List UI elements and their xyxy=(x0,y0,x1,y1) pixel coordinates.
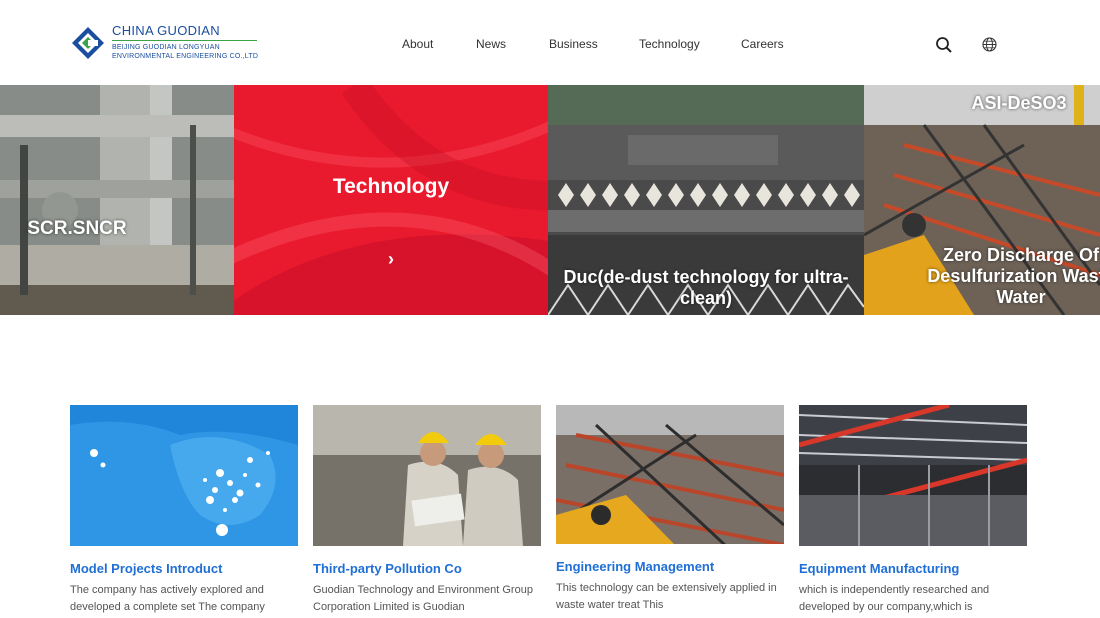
card-third-party-pollution[interactable]: Third-party Pollution Co Guodian Technol… xyxy=(313,405,541,616)
logo-title: CHINA GUODIAN xyxy=(112,23,220,38)
search-icon[interactable] xyxy=(935,36,953,59)
nav-about[interactable]: About xyxy=(402,37,433,51)
card-equipment-manufacturing[interactable]: Equipment Manufacturing which is indepen… xyxy=(799,405,1027,616)
banner-panel-zero-discharge[interactable]: ASI-DeSO3 Zero Discharge Of Desulfurizat… xyxy=(864,85,1100,315)
banner-panel-technology[interactable]: Technology › xyxy=(234,85,548,315)
banner-title-zero-discharge: Zero Discharge Of Desulfurization Waste … xyxy=(927,245,1100,307)
site-header: CHINA GUODIAN BEIJING GUODIAN LONGYUAN E… xyxy=(0,0,1100,85)
hero-banner: SCR.SNCR Technology › Duc(de-dust techno… xyxy=(0,85,1100,315)
banner-title-scr: SCR.SNCR xyxy=(27,218,127,239)
banner-panel-scr[interactable]: SCR.SNCR xyxy=(0,85,234,315)
card-title[interactable]: Third-party Pollution Co xyxy=(313,561,541,576)
card-description: Guodian Technology and Environment Group… xyxy=(313,584,533,613)
nav-careers[interactable]: Careers xyxy=(741,37,784,51)
factory-roof-image xyxy=(799,405,1027,546)
card-description: which is independently researched and de… xyxy=(799,584,990,613)
logo[interactable]: CHINA GUODIAN BEIJING GUODIAN LONGYUAN E… xyxy=(70,24,258,61)
nav-news[interactable]: News xyxy=(476,37,506,51)
card-description: The company has actively explored and de… xyxy=(70,584,265,613)
pipes-image xyxy=(0,85,234,315)
banner-panel-duc[interactable]: Duc(de-dust technology for ultra-clean) xyxy=(548,85,864,315)
banner-title-duc: Duc(de-dust technology for ultra-clean) xyxy=(563,267,849,308)
card-engineering-management[interactable]: Engineering Management This technology c… xyxy=(556,405,784,614)
china-map-image xyxy=(70,405,298,546)
card-title[interactable]: Model Projects Introduct xyxy=(70,561,298,576)
logo-subtitle-2: ENVIRONMENTAL ENGINEERING CO.,LTD xyxy=(112,53,259,60)
logo-divider xyxy=(112,40,257,41)
red-swoosh-background xyxy=(234,85,548,315)
card-title[interactable]: Engineering Management xyxy=(556,559,784,574)
workers-image xyxy=(313,405,541,546)
chevron-right-icon[interactable]: › xyxy=(234,249,548,270)
logo-mark-icon xyxy=(70,25,106,61)
banner-title-technology: Technology xyxy=(332,175,450,198)
banner-title-asi: ASI-DeSO3 xyxy=(971,93,1067,113)
nav-business[interactable]: Business xyxy=(549,37,598,51)
nav-technology[interactable]: Technology xyxy=(639,37,700,51)
card-title[interactable]: Equipment Manufacturing xyxy=(799,561,1027,576)
card-description: This technology can be extensively appli… xyxy=(556,582,777,611)
plant-structure-image xyxy=(556,405,784,544)
card-model-projects[interactable]: Model Projects Introduct The company has… xyxy=(70,405,298,616)
logo-subtitle-1: BEIJING GUODIAN LONGYUAN xyxy=(112,44,220,51)
globe-icon[interactable] xyxy=(982,37,997,57)
